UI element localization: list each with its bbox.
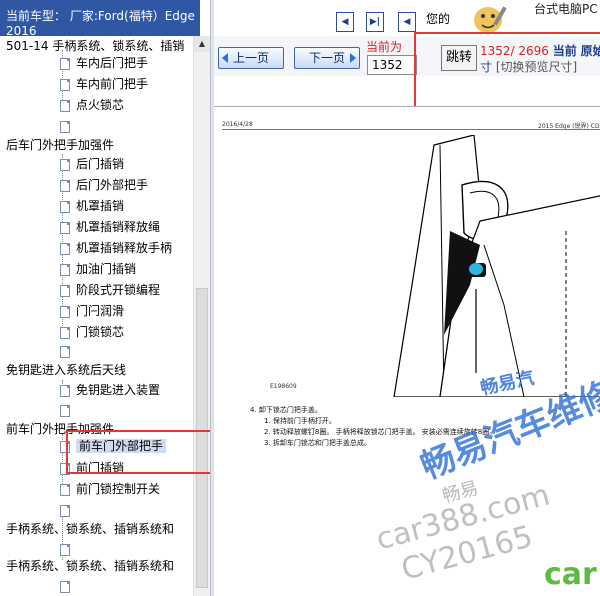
right-arrow-icon (350, 53, 356, 63)
tree-leaf[interactable]: 免钥匙进入装置 (60, 380, 160, 400)
tree-leaf[interactable]: 门闩润滑 (60, 301, 124, 321)
scroll-up-arrow-icon[interactable]: ▲ (194, 36, 210, 52)
top-toolbar: ◀ ▶| ◀ 您的 台式电脑PC (214, 0, 600, 36)
left-arrow-icon (222, 53, 228, 63)
document-icon (60, 158, 70, 171)
tree-leaf-label: 阶段式开锁编程 (76, 283, 161, 297)
tree-leaf[interactable] (60, 400, 76, 420)
watermark-car-green: car (544, 557, 597, 592)
viewer-panel: ◀ ▶| ◀ 您的 台式电脑PC 上一页 下一页 当前为 跳转 1352/ 26… (214, 0, 600, 596)
tree-leaf-label: 后门插销 (76, 157, 125, 171)
document-icon (60, 345, 70, 358)
mechanic-avatar-icon (474, 6, 507, 33)
document-icon (60, 384, 70, 397)
car-type-year: 2016 (6, 24, 37, 36)
next-page-label: 下一页 (308, 51, 345, 65)
promo-text[interactable]: 台式电脑PC (534, 0, 598, 17)
tree-leaf[interactable]: 机罩插销释放绳 (60, 217, 160, 237)
tree-leaf[interactable]: 车内后门把手 (60, 53, 148, 73)
tree-leaf[interactable] (60, 576, 76, 596)
tree-leaf-label: 门锁锁芯 (76, 325, 125, 339)
document-icon (60, 179, 70, 192)
document-icon (60, 242, 70, 255)
tree-leaf[interactable]: 前门锁控制开关 (60, 479, 160, 499)
tree-leaf[interactable]: 机罩插销 (60, 196, 124, 216)
tree-node-keyless-group[interactable]: 免钥匙进入系统后天线 (6, 360, 126, 380)
tree-leaf[interactable]: 阶段式开锁编程 (60, 280, 160, 300)
tree-leaf-label: 车内后门把手 (76, 56, 149, 70)
current-page-label: 当前为 (366, 40, 403, 54)
tree-leaf[interactable]: 门锁锁芯 (60, 322, 124, 342)
next-page-icon[interactable]: ▶| (366, 12, 384, 32)
back-icon[interactable]: ◀ (398, 12, 416, 32)
next-page-button[interactable]: 下一页 (294, 47, 360, 69)
prev-page-label: 上一页 (232, 51, 269, 65)
document-icon (60, 99, 70, 112)
door-handle-illustration (393, 135, 600, 397)
tree-leaf[interactable] (60, 341, 76, 361)
doc-date: 2016/4/28 (222, 121, 253, 128)
document-icon (60, 483, 70, 496)
document-icon (60, 543, 70, 556)
tree-leaf-label: 前门锁控制开关 (76, 482, 161, 496)
document-icon (60, 221, 70, 234)
document-icon (60, 78, 70, 91)
sub-step: 3. 拆卸车门锁芯和门把手盖总成。 (264, 439, 371, 447)
selection-highlight-box (66, 430, 212, 474)
tree-leaf-label: 车内前门把手 (76, 77, 149, 91)
procedure-steps: 4. 卸下锁芯门把手盖。 1. 保持前门手柄打开。 2. 转动释放螺钉8圈。 手… (250, 405, 496, 449)
document-icon (60, 57, 70, 70)
document-page: 2016/4/28 2015 Edge (锐界) CD E198609 4. 卸… (214, 106, 600, 596)
chapter-tree: 501-14 手柄系统、锁系统、插销 车内后门把手 车内前门把手 点火锁芯 后车… (0, 36, 196, 596)
pager-highlight-box (414, 32, 600, 110)
document-icon (60, 504, 70, 517)
tree-leaf-label: 点火锁芯 (76, 98, 125, 112)
tree-leaf-label: 加油门插销 (76, 262, 137, 276)
tree-leaf-label: 机罩插销释放绳 (76, 220, 161, 234)
tree-leaf-label: 免钥匙进入装置 (76, 383, 161, 397)
document-icon (60, 263, 70, 276)
tree-leaf[interactable]: 后门外部把手 (60, 175, 148, 195)
document-icon (60, 200, 70, 213)
prev-page-button[interactable]: 上一页 (218, 47, 284, 69)
first-page-icon[interactable]: ◀ (336, 12, 354, 32)
tree-leaf[interactable]: 机罩插销释放手柄 (60, 238, 172, 258)
document-icon (60, 404, 70, 417)
tree-scrollbar[interactable]: ▲ (193, 36, 211, 596)
step-4: 4. 卸下锁芯门把手盖。 (250, 406, 322, 414)
tree-leaf[interactable]: 车内前门把手 (60, 74, 148, 94)
tree-node-handle-system[interactable]: 手柄系统、锁系统、插销系统和 (6, 519, 174, 539)
tree-node-handle-system[interactable]: 手柄系统、锁系统、插销系统和 (6, 556, 174, 576)
tree-leaf[interactable] (60, 500, 76, 520)
greeting-text: 您的 (426, 12, 451, 26)
tree-leaf[interactable]: 加油门插销 (60, 259, 136, 279)
tree-leaf-label: 后门外部把手 (76, 178, 149, 192)
tree-leaf-label: 机罩插销 (76, 199, 125, 213)
tree-leaf[interactable] (60, 116, 76, 136)
figure-code: E198609 (270, 383, 297, 390)
tree-leaf[interactable]: 后门插销 (60, 154, 124, 174)
car-type-label: 当前车型： 厂家:Ford(福特）Edge（锐界）2015- (6, 9, 200, 23)
sub-step: 1. 保持前门手柄打开。 (264, 417, 336, 425)
document-icon (60, 326, 70, 339)
document-icon (60, 284, 70, 297)
document-icon (60, 580, 70, 593)
tree-leaf[interactable]: 点火锁芯 (60, 95, 124, 115)
page-number-input[interactable] (367, 55, 417, 75)
current-car-header: 当前车型： 厂家:Ford(福特）Edge（锐界）2015- 2016 (0, 0, 200, 36)
tree-node-rear-group[interactable]: 后车门外把手加强件 (6, 135, 114, 155)
tree-panel: 当前车型： 厂家:Ford(福特）Edge（锐界）2015- 2016 501-… (0, 0, 212, 596)
tree-leaf-label: 门闩润滑 (76, 304, 125, 318)
document-icon (60, 305, 70, 318)
tree-leaf-label: 机罩插销释放手柄 (76, 241, 173, 255)
sub-step: 2. 转动释放螺钉8圈。 手柄将释放锁芯门把手盖。 安装必需连续旋转8圈。 (264, 428, 497, 436)
doc-header-rule (222, 129, 600, 130)
document-icon (60, 120, 70, 133)
